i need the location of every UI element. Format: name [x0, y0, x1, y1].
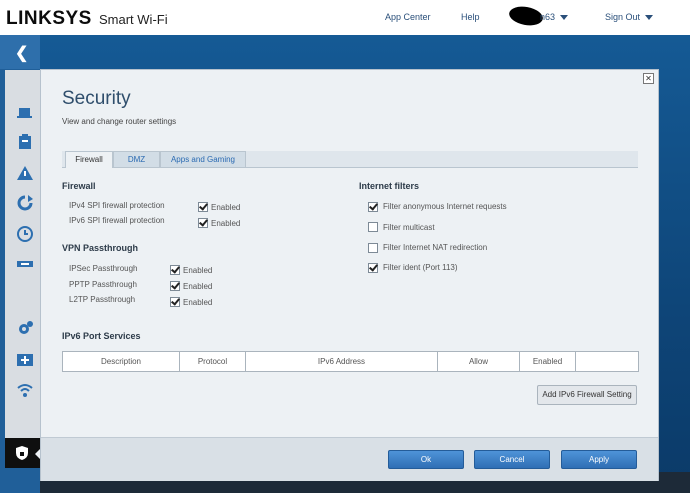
security-dialog: ✕ Security View and change router settin… [40, 69, 659, 481]
filter-ident-label: Filter ident (Port 113) [383, 263, 458, 272]
wifi-icon[interactable] [16, 382, 34, 398]
ok-button[interactable]: Ok [388, 450, 464, 469]
tab-dmz[interactable]: DMZ [113, 151, 160, 167]
filter-anonymous-label: Filter anonymous Internet requests [383, 202, 507, 211]
back-button[interactable]: ❮ [0, 35, 40, 69]
column-allow[interactable]: Allow [438, 352, 520, 371]
filter-anonymous-checkbox[interactable] [368, 202, 378, 212]
l2tp-label: L2TP Passthrough [69, 295, 136, 304]
chevron-down-icon [560, 15, 569, 21]
apply-button[interactable]: Apply [561, 450, 637, 469]
user-name: n63 [540, 12, 556, 22]
ipv6-spi-label: IPv6 SPI firewall protection [69, 216, 165, 225]
top-bar: LINKSYS Smart Wi-Fi App Center Help n63 … [0, 0, 690, 36]
pptp-enabled-label: Enabled [183, 282, 213, 291]
filter-multicast-label: Filter multicast [383, 223, 435, 232]
tab-bar: Firewall DMZ Apps and Gaming [62, 151, 638, 168]
clipboard-icon[interactable] [16, 134, 34, 150]
filter-multicast-checkbox[interactable] [368, 222, 378, 232]
filter-nat-checkbox[interactable] [368, 243, 378, 253]
page-subtitle: View and change router settings [62, 117, 177, 126]
ipsec-checkbox[interactable] [170, 265, 180, 275]
warning-icon[interactable] [16, 165, 34, 181]
cancel-button[interactable]: Cancel [474, 450, 550, 469]
page-title: Security [62, 88, 131, 109]
ipsec-label: IPSec Passthrough [69, 264, 138, 273]
ipsec-enabled-label: Enabled [183, 266, 213, 275]
ipv6-spi-checkbox[interactable] [198, 218, 208, 228]
chevron-down-icon [645, 15, 654, 21]
sign-out-menu[interactable]: Sign Out [605, 12, 654, 22]
column-enabled[interactable]: Enabled [520, 352, 576, 371]
user-menu[interactable]: n63 [540, 12, 569, 22]
product-name: Smart Wi-Fi [99, 12, 168, 27]
tab-firewall[interactable]: Firewall [65, 151, 113, 168]
redaction-mark [507, 4, 545, 28]
brand-logo[interactable]: LINKSYS [6, 8, 92, 30]
help-link[interactable]: Help [461, 12, 480, 22]
gear-icon[interactable] [16, 320, 34, 336]
ipv6-spi-enabled-label: Enabled [211, 219, 241, 228]
ipv4-spi-enabled-label: Enabled [211, 203, 241, 212]
app-center-link[interactable]: App Center [385, 12, 431, 22]
pptp-checkbox[interactable] [170, 281, 180, 291]
ipv4-spi-label: IPv4 SPI firewall protection [69, 201, 165, 210]
sign-out-label: Sign Out [605, 12, 641, 22]
l2tp-checkbox[interactable] [170, 297, 180, 307]
firewall-heading: Firewall [62, 181, 96, 191]
sidebar: ❮ [0, 35, 41, 493]
tab-apps-and-gaming[interactable]: Apps and Gaming [160, 151, 246, 167]
sidebar-tools [5, 70, 40, 468]
refresh-icon[interactable] [16, 195, 34, 211]
ipv6-port-table: Description Protocol IPv6 Address Allow … [62, 351, 639, 372]
l2tp-enabled-label: Enabled [183, 298, 213, 307]
filter-nat-label: Filter Internet NAT redirection [383, 243, 488, 252]
column-ipv6-address[interactable]: IPv6 Address [246, 352, 438, 371]
close-icon[interactable]: ✕ [643, 73, 654, 84]
laptop-icon[interactable] [16, 105, 34, 121]
ipv4-spi-checkbox[interactable] [198, 202, 208, 212]
add-ipv6-firewall-setting-button[interactable]: Add IPv6 Firewall Setting [537, 385, 637, 405]
column-actions [576, 352, 637, 371]
security-icon [14, 445, 30, 461]
clock-icon[interactable] [16, 226, 34, 242]
vpn-heading: VPN Passthrough [62, 243, 139, 253]
sidebar-item-security[interactable] [5, 438, 41, 468]
medkit-icon[interactable] [16, 351, 34, 367]
ipv6-port-services-heading: IPv6 Port Services [62, 331, 141, 341]
pptp-label: PPTP Passthrough [69, 280, 137, 289]
usb-icon[interactable] [16, 256, 34, 272]
internet-filters-heading: Internet filters [359, 181, 420, 191]
filter-ident-checkbox[interactable] [368, 263, 378, 273]
chevron-left-icon: ❮ [15, 45, 29, 62]
column-description[interactable]: Description [63, 352, 180, 371]
column-protocol[interactable]: Protocol [180, 352, 246, 371]
dialog-footer: Ok Cancel Apply [41, 437, 658, 481]
